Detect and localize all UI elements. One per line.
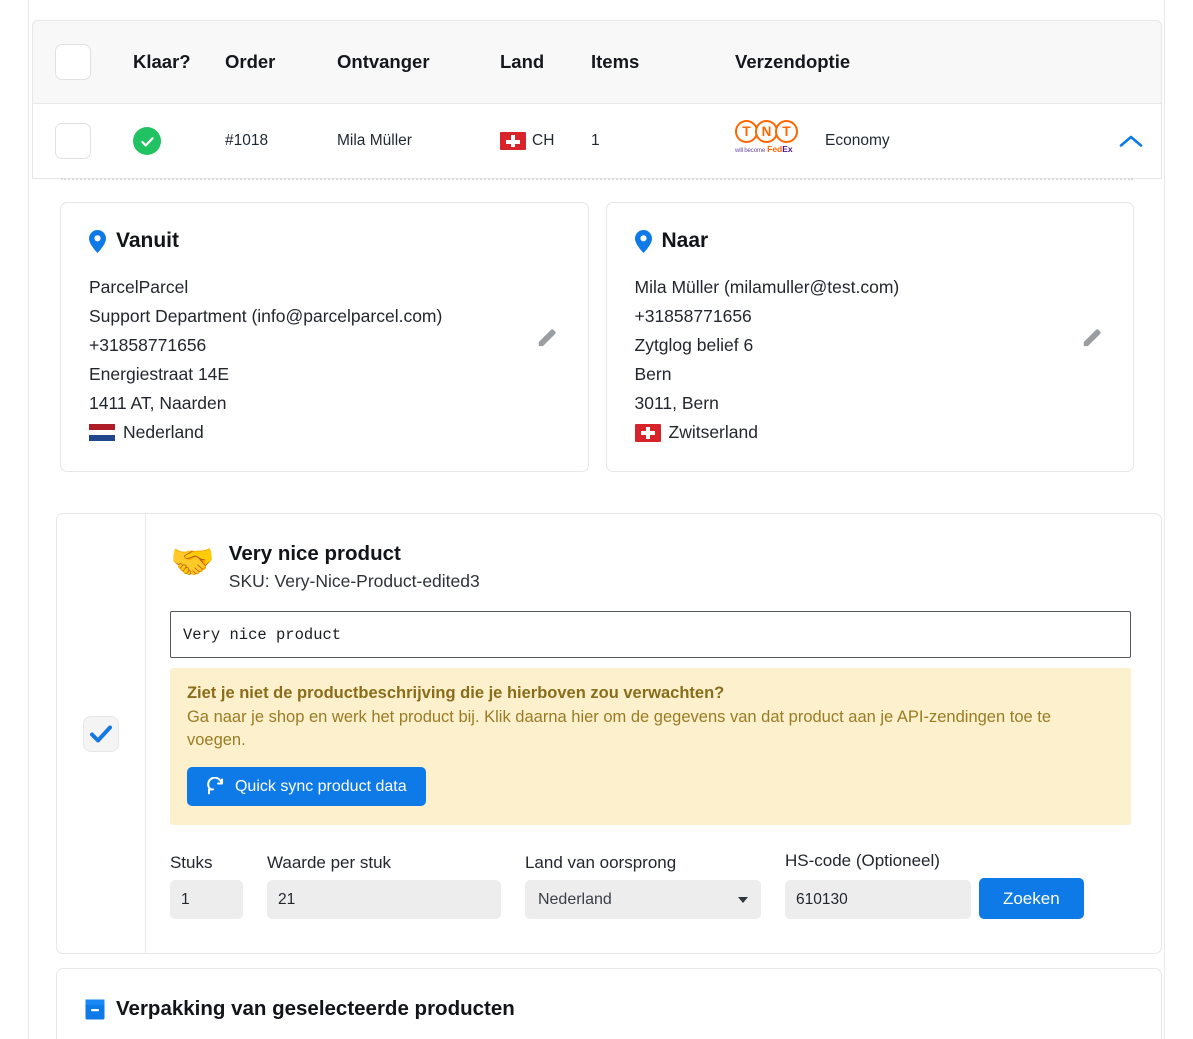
address-cards: Vanuit ParcelParcel Support Department (… — [32, 180, 1162, 472]
table-header-row: Klaar? Order Ontvanger Land Items Verzen… — [33, 21, 1161, 104]
row-collapse-toggle[interactable] — [1101, 134, 1161, 148]
qty-input[interactable] — [169, 880, 243, 919]
header-ready: Klaar? — [133, 51, 191, 72]
qty-field-group: Stuks — [169, 853, 243, 919]
shipments-table: Klaar? Order Ontvanger Land Items Verzen… — [32, 20, 1162, 179]
row-country-code: CH — [532, 132, 555, 149]
to-country: Zwitserland — [668, 422, 758, 442]
from-line-4: Energiestraat 14E — [89, 364, 230, 384]
row-ready-status — [133, 127, 225, 155]
expanded-shipment-panel: Vanuit ParcelParcel Support Department (… — [32, 178, 1162, 472]
product-header: 🤝 Very nice product SKU: Very-Nice-Produ… — [170, 542, 1131, 594]
to-line-5: 3011, Bern — [634, 393, 719, 413]
pencil-icon[interactable] — [536, 326, 558, 348]
country-of-origin-select[interactable]: Nederland — [524, 880, 761, 919]
product-body: 🤝 Very nice product SKU: Very-Nice-Produ… — [146, 514, 1161, 953]
product-select-column — [57, 514, 146, 953]
header-shipping-option: Verzendoptie — [735, 51, 851, 72]
to-card-title: Naar — [661, 229, 709, 252]
flag-ch-icon — [500, 132, 526, 150]
header-order: Order — [225, 51, 276, 72]
to-address-card: Naar Mila Müller (milamuller@test.com) +… — [605, 202, 1134, 472]
from-country: Nederland — [123, 422, 204, 442]
row-items-count: 1 — [591, 132, 600, 149]
product-checkbox[interactable] — [82, 715, 119, 752]
row-select-cell — [33, 123, 133, 159]
hs-code-search-button[interactable]: Zoeken — [978, 878, 1084, 919]
page-left-rule — [28, 0, 29, 1039]
flag-nl-icon — [89, 423, 115, 442]
value-label: Waarde per stuk — [266, 853, 392, 872]
to-line-3: Zytglog belief 6 — [634, 335, 754, 355]
row-shipping-option: TNT will become FedEx Economy — [735, 120, 1101, 162]
refresh-sync-icon — [207, 777, 224, 795]
from-line-2: Support Department (info@parcelparcel.co… — [89, 306, 443, 326]
product-sku: SKU: Very-Nice-Product-edited3 — [228, 571, 480, 591]
hs-code-field-group: HS-code (Optioneel) Zoeken — [784, 851, 1084, 919]
table-row: #1018 Mila Müller CH 1 TNT will become F… — [33, 104, 1161, 178]
origin-label: Land van oorsprong — [524, 853, 677, 872]
product-description-input[interactable] — [169, 611, 1131, 658]
check-circle-icon — [133, 127, 161, 155]
flag-ch-icon — [634, 423, 661, 442]
packaging-header: Verpakking van geselecteerde producten — [85, 997, 1161, 1021]
package-box-icon — [85, 999, 105, 1019]
to-line-4: Bern — [634, 364, 672, 384]
location-pin-icon — [634, 229, 652, 253]
to-country-line: Zwitserland — [634, 418, 1106, 447]
header-select-all-cell — [33, 44, 133, 80]
hs-code-input[interactable] — [784, 880, 971, 919]
handshake-icon: 🤝 — [169, 541, 215, 582]
tnt-logo-icon: TNT will become FedEx — [735, 120, 813, 162]
chevron-up-icon — [1119, 135, 1143, 147]
to-line-2: +31858771656 — [634, 306, 752, 326]
tnt-tagline: will become — [735, 147, 766, 154]
from-line-1: ParcelParcel — [89, 277, 189, 297]
row-checkbox[interactable] — [55, 123, 91, 159]
checkmark-icon — [89, 725, 112, 742]
packaging-card: Verpakking van geselecteerde producten — [56, 968, 1162, 1039]
fedex-fed: Fed — [767, 144, 783, 154]
product-fields: Stuks Waarde per stuk Land van oorsprong… — [169, 851, 1131, 919]
quick-sync-label: Quick sync product data — [234, 777, 407, 795]
product-name: Very nice product — [228, 542, 401, 565]
header-recipient: Ontvanger — [337, 51, 430, 72]
from-line-5: 1411 AT, Naarden — [89, 393, 227, 413]
location-pin-icon — [89, 229, 106, 253]
header-items: Items — [591, 51, 640, 72]
value-field-group: Waarde per stuk — [266, 853, 501, 919]
pencil-icon[interactable] — [1081, 326, 1103, 348]
from-country-line: Nederland — [89, 418, 560, 447]
packaging-title: Verpakking van geselecteerde producten — [116, 997, 515, 1020]
quick-sync-product-data-button[interactable]: Quick sync product data — [186, 767, 426, 806]
to-line-1: Mila Müller (milamuller@test.com) — [634, 277, 900, 297]
product-sync-warning: Ziet je niet de productbeschrijving die … — [169, 668, 1131, 825]
page-right-rule — [1164, 0, 1165, 1039]
from-line-3: +31858771656 — [89, 335, 207, 355]
warning-body: Ga naar je shop en werk het product bij.… — [186, 708, 1052, 749]
hs-code-label: HS-code (Optioneel) — [784, 851, 940, 870]
select-all-checkbox[interactable] — [55, 44, 91, 80]
qty-label: Stuks — [169, 853, 213, 872]
product-card: 🤝 Very nice product SKU: Very-Nice-Produ… — [56, 513, 1162, 954]
from-card-header: Vanuit — [89, 229, 560, 253]
origin-field-group: Land van oorsprong Nederland — [524, 853, 761, 919]
row-country: CH — [500, 132, 591, 150]
fedex-ex: Ex — [782, 144, 793, 154]
value-per-piece-input[interactable] — [266, 880, 501, 919]
warning-title: Ziet je niet de productbeschrijving die … — [186, 684, 725, 702]
row-order: #1018 — [225, 132, 269, 149]
from-card-title: Vanuit — [116, 229, 180, 252]
row-recipient: Mila Müller — [337, 132, 412, 149]
header-country: Land — [500, 51, 545, 72]
to-card-header: Naar — [634, 229, 1106, 253]
row-service-name: Economy — [825, 132, 890, 149]
from-address-card: Vanuit ParcelParcel Support Department (… — [60, 202, 589, 472]
shipment-detail-page: Klaar? Order Ontvanger Land Items Verzen… — [0, 0, 1193, 1039]
